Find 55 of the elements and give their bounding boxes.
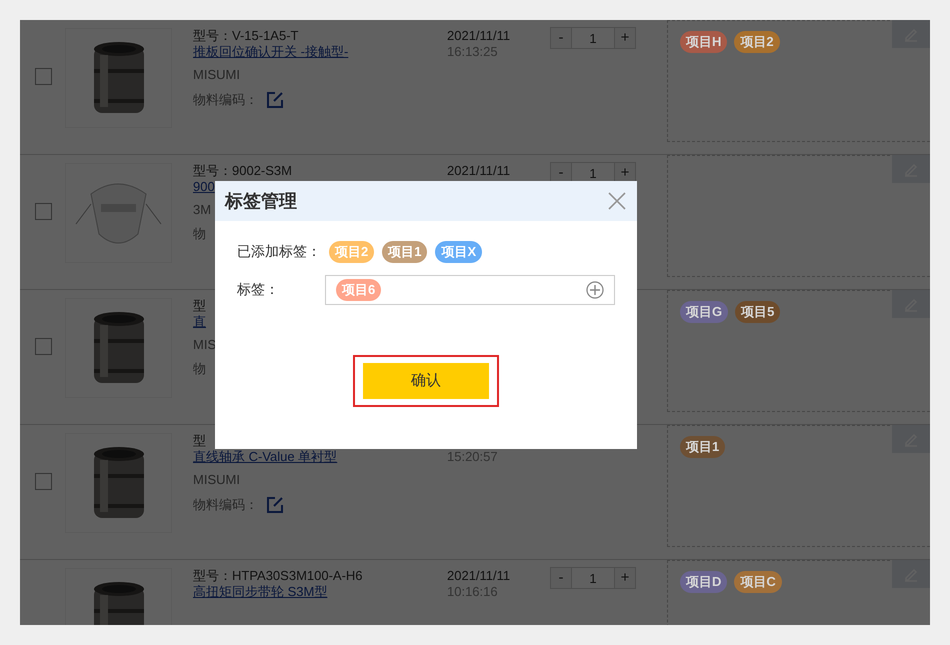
model-number: 型 [193, 298, 207, 314]
tag: 项目1 [382, 241, 428, 263]
checkbox[interactable] [35, 202, 52, 220]
product-link[interactable]: 推板回位确认开关 -接触型- [193, 44, 447, 60]
edit-button[interactable] [892, 290, 930, 318]
material-code-label: 物 [193, 226, 206, 242]
tag: 项目D [680, 571, 728, 593]
brand-name: 3M [193, 202, 212, 218]
confirm-button[interactable]: 确认 [363, 363, 489, 399]
date-text: 2021/11/11 [447, 28, 512, 44]
checkbox[interactable] [35, 338, 52, 354]
date-text: 2021/11/11 [447, 568, 512, 584]
tag: 项目1 [680, 436, 726, 458]
tag: 项目2 [329, 241, 374, 263]
edit-icon[interactable] [266, 496, 284, 514]
model-number: 型号：V-15-1A5-T [193, 28, 300, 44]
checkbox[interactable] [35, 472, 52, 490]
edit-button[interactable] [892, 20, 930, 48]
close-button[interactable] [607, 191, 627, 211]
close-icon [607, 191, 627, 211]
decrease-button[interactable]: - [550, 567, 572, 589]
tag: 项目H [680, 31, 728, 53]
edit-icon[interactable] [266, 91, 284, 109]
material-code-label: 物料编码： [193, 497, 258, 513]
model-number: 型号：9002-S3M [193, 163, 293, 179]
edit-button[interactable] [892, 155, 930, 183]
model-number: 型 [193, 433, 207, 449]
increase-button[interactable]: + [614, 567, 636, 589]
edit-button[interactable] [892, 560, 930, 588]
decrease-button[interactable]: - [550, 27, 572, 49]
quantity-field[interactable]: 1 [572, 567, 614, 589]
tag: 项目6 [336, 279, 382, 301]
increase-button[interactable]: + [614, 27, 636, 49]
dialog-title: 标签管理 [225, 190, 297, 213]
tag: 项目2 [734, 31, 780, 53]
product-link[interactable]: 高扭矩同步带轮 S3M型 [193, 584, 447, 600]
brand-name: MISUMI [193, 67, 241, 83]
tag: 项目C [734, 571, 782, 593]
material-code-label: 物 [193, 361, 206, 377]
checkbox[interactable] [35, 68, 52, 84]
added-tags-label: 已添加标签： [237, 243, 321, 261]
tag-input-field[interactable]: 项目6 [325, 275, 615, 305]
tag: 项目X [435, 241, 482, 263]
product-link[interactable]: 直线轴承 C-Value 单衬型 [193, 449, 447, 465]
tag-label: 标签： [237, 281, 280, 299]
model-number: 型号：HTPA30S3M100-A-H6 [193, 568, 364, 584]
add-icon[interactable] [586, 281, 604, 299]
date-text: 2021/11/11 [447, 163, 512, 179]
edit-button[interactable] [892, 425, 930, 453]
brand-name: MIS [193, 337, 218, 353]
quantity-field[interactable]: 1 [572, 27, 614, 49]
material-code-label: 物料编码： [193, 92, 258, 108]
brand-name: MISUMI [193, 472, 241, 488]
tag: 项目5 [735, 301, 780, 323]
tag: 项目G [680, 301, 728, 323]
